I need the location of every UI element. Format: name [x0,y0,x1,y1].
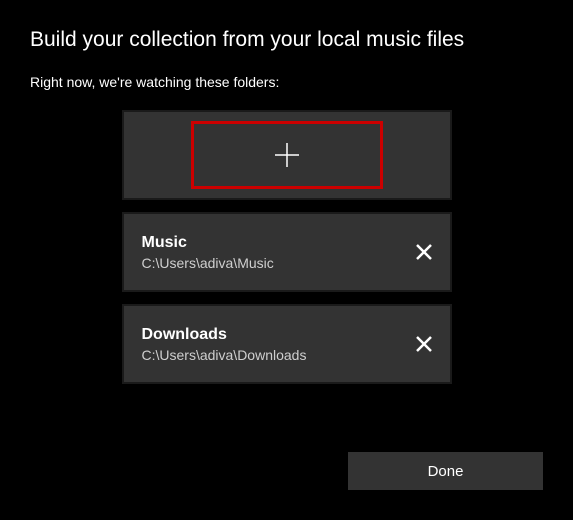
dialog-subtitle: Right now, we're watching these folders: [30,74,543,90]
close-icon[interactable] [416,244,432,260]
dialog-title: Build your collection from your local mu… [30,28,543,52]
folder-item: Downloads C:\Users\adiva\Downloads [122,304,452,384]
done-button[interactable]: Done [348,452,543,490]
folder-name: Downloads [142,326,307,344]
folder-list: Music C:\Users\adiva\Music Downloads C:\… [30,110,543,384]
add-folder-highlight [191,121,383,189]
folder-path: C:\Users\adiva\Music [142,255,274,271]
add-folder-button[interactable] [122,110,452,200]
folder-path: C:\Users\adiva\Downloads [142,347,307,363]
folder-info: Music C:\Users\adiva\Music [142,234,274,271]
plus-icon [273,141,301,169]
close-icon[interactable] [416,336,432,352]
folder-item: Music C:\Users\adiva\Music [122,212,452,292]
folder-info: Downloads C:\Users\adiva\Downloads [142,326,307,363]
folder-name: Music [142,234,274,252]
